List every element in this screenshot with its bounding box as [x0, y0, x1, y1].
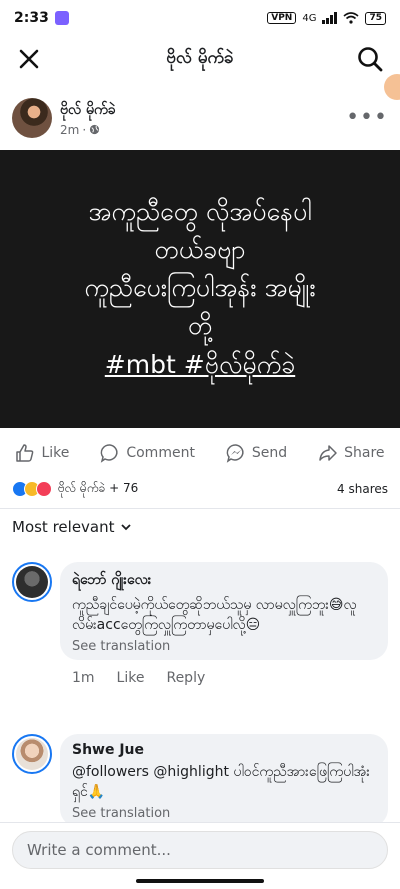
- post-image-line-4: တို့: [187, 311, 213, 340]
- comment-text: ကူညီချင်ပေမဲ့ကိုယ်တွေဆိုဘယ်သူမှ လာမလှူကြ…: [72, 597, 357, 633]
- messenger-icon: [226, 444, 244, 463]
- comment-button[interactable]: Comment: [100, 443, 195, 463]
- vpn-badge: VPN: [267, 12, 297, 24]
- signal-icon: [322, 12, 338, 24]
- post-image-line-1: အကူညီတွေ လိုအပ်နေပါ: [88, 197, 312, 226]
- post-action-bar: Like Comment Send Share: [0, 438, 400, 468]
- commenter-avatar[interactable]: [12, 562, 52, 602]
- love-reaction-icon: [36, 481, 52, 497]
- like-label: Like: [41, 445, 70, 461]
- post-image-line-3: ကူညီပေးကြပါအုန်း အမျိုး: [84, 273, 316, 302]
- status-indicators: VPN 4G 75: [267, 11, 386, 25]
- thumbs-up-icon: [16, 444, 34, 462]
- see-translation-link[interactable]: See translation: [72, 806, 376, 821]
- commenter-name[interactable]: Shwe Jue: [72, 742, 376, 758]
- reaction-names: ဗိုလ် မိုက်ခဲ + 76: [58, 481, 139, 495]
- sort-label: Most relevant: [12, 518, 115, 536]
- post-image[interactable]: အကူညီတွေ လိုအပ်နေပါ တယ်ခဗျာ ကူညီပေးကြပါအ…: [0, 150, 400, 428]
- author-block: ဗိုလ် မိုက်ခဲ 2m ·: [60, 100, 116, 137]
- reaction-icons: [12, 481, 52, 497]
- reactions-row[interactable]: ဗိုလ် မိုက်ခဲ + 76 4 shares: [12, 478, 388, 500]
- comment-actions: 1m Like Reply: [60, 660, 388, 686]
- comment-composer-bar: Write a comment...: [0, 822, 400, 889]
- status-time: 2:33: [14, 10, 49, 26]
- comment-icon: [100, 444, 118, 463]
- comment-reply-button[interactable]: Reply: [166, 670, 205, 686]
- share-count[interactable]: 4 shares: [337, 482, 388, 496]
- comment-label: Comment: [126, 445, 195, 461]
- like-button[interactable]: Like: [15, 443, 69, 463]
- comment-bubble: ရဲဘော် ဂျိုးလေး ကူညီချင်ပေမဲ့ကိုယ်တွေဆို…: [60, 562, 388, 660]
- comment-time: 1m: [72, 670, 95, 686]
- page-title: ဗိုလ် မိုက်ခဲ: [166, 47, 234, 68]
- post-meta: 2m ·: [60, 123, 116, 137]
- post-hashtags[interactable]: #mbt #ဗိုလ်မိုက်ခဲ: [105, 345, 295, 385]
- comment-sort-dropdown[interactable]: Most relevant: [12, 518, 131, 536]
- share-icon: [319, 445, 337, 461]
- battery-icon: 75: [365, 11, 386, 25]
- post-image-line-2: တယ်ခဗျာ: [154, 235, 246, 264]
- search-icon[interactable]: [356, 45, 384, 73]
- comment-input[interactable]: Write a comment...: [12, 831, 388, 869]
- network-type: 4G: [302, 12, 317, 24]
- globe-icon: [90, 124, 100, 135]
- chevron-down-icon: [120, 524, 131, 531]
- app-header: ဗိုလ် မိုက်ခဲ: [0, 36, 400, 100]
- home-indicator[interactable]: [136, 879, 264, 883]
- viber-icon: [54, 11, 69, 25]
- comment-item: Shwe Jue @followers @highlight ပါဝင်ကူညီ…: [12, 734, 388, 827]
- commenter-name[interactable]: ရဲဘော် ဂျိုးလေး: [72, 570, 376, 591]
- share-button[interactable]: Share: [318, 443, 385, 463]
- post-time: 2m: [60, 122, 80, 137]
- post-header: ဗိုလ် မိုက်ခဲ 2m · •••: [12, 96, 388, 140]
- comment-text: @followers @highlight ပါဝင်ကူညီအားဖြေကြပ…: [72, 764, 370, 800]
- author-name[interactable]: ဗိုလ် မိုက်ခဲ: [60, 100, 116, 121]
- close-icon[interactable]: [16, 46, 42, 72]
- send-label: Send: [251, 445, 288, 461]
- more-options-icon[interactable]: •••: [346, 107, 388, 129]
- comment-like-button[interactable]: Like: [117, 670, 145, 686]
- commenter-avatar[interactable]: [12, 734, 52, 774]
- divider: [0, 508, 400, 509]
- author-avatar[interactable]: [12, 98, 52, 138]
- send-button[interactable]: Send: [226, 443, 287, 463]
- comment-item: ရဲဘော် ဂျိုးလေး ကူညီချင်ပေမဲ့ကိုယ်တွေဆို…: [12, 562, 388, 686]
- wifi-icon: [343, 12, 359, 24]
- share-label: Share: [344, 445, 385, 461]
- see-translation-link[interactable]: See translation: [72, 639, 376, 654]
- separator-dot: ·: [82, 122, 87, 137]
- status-bar: 2:33 VPN 4G 75: [0, 0, 400, 36]
- comment-bubble: Shwe Jue @followers @highlight ပါဝင်ကူညီ…: [60, 734, 388, 827]
